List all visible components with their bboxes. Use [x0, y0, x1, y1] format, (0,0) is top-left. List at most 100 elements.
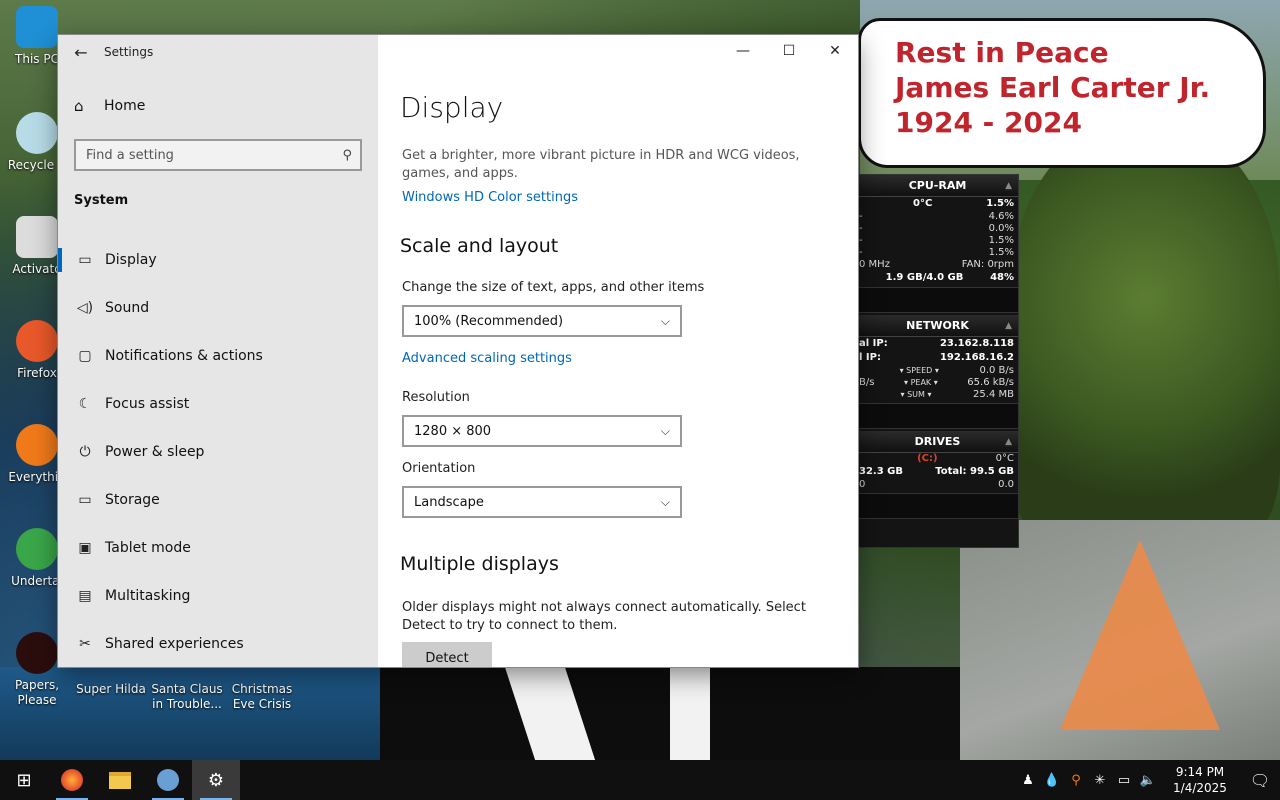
multitasking-icon: ▤ — [78, 588, 92, 604]
speaker-icon: ◁) — [76, 300, 94, 316]
orientation-label: Orientation — [402, 461, 476, 476]
wallpaper-stripe — [670, 667, 710, 760]
cpu-freq: 0 MHz — [859, 259, 890, 270]
resolution-dropdown[interactable]: 1280 × 800 ⌵ — [402, 415, 682, 447]
everything-search-icon — [16, 424, 58, 466]
sidebar-item-power-sleep[interactable]: ⏻ Power & sleep — [58, 428, 378, 476]
taskbar-settings[interactable]: ⚙ — [192, 760, 240, 800]
gadget-row: 0°C 1.5% — [857, 197, 1018, 211]
settings-window: ← Settings ⌂ Home Find a setting ⚲ Syste… — [58, 35, 858, 667]
detect-button[interactable]: Detect — [402, 642, 492, 667]
net-peak: 65.6 kB/s — [967, 377, 1014, 388]
desktop-icon-santa-claus[interactable]: Santa Claus in Trouble... — [150, 666, 224, 712]
taskbar: ⊞ ⚙ ♟ 💧 ⚲ ✳ ▭ 🔈 9:14 PM 1/4/2025 🗨 — [0, 760, 1280, 800]
file-icon — [16, 216, 58, 258]
gadget-title: CPU-RAM — [908, 179, 967, 192]
bubble-line: 1924 - 2024 — [895, 106, 1082, 139]
network-graph — [857, 403, 1018, 429]
volume-muted-icon[interactable]: 🔈 — [1136, 773, 1160, 788]
resolution-label: Resolution — [402, 390, 470, 405]
chevron-down-icon: ⌵ — [660, 423, 670, 438]
internal-ip: 192.168.16.2 — [939, 352, 1014, 363]
sidebar-item-storage[interactable]: ▭ Storage — [58, 476, 378, 524]
sidebar-item-tablet-mode[interactable]: ▣ Tablet mode — [58, 524, 378, 572]
speed-label: ▾ SPEED ▾ — [899, 366, 939, 375]
christmas-tree-decoration — [1060, 540, 1220, 730]
sidebar-item-label: Power & sleep — [105, 444, 205, 460]
settings-search-input[interactable]: Find a setting ⚲ — [74, 139, 362, 171]
windows-logo-icon: ⊞ — [16, 769, 32, 791]
scale-label: Change the size of text, apps, and other… — [402, 280, 705, 295]
taskbar-firefox[interactable] — [48, 760, 96, 800]
start-button[interactable]: ⊞ — [0, 760, 48, 800]
tray-search-icon[interactable]: ⚲ — [1064, 773, 1088, 788]
sidebar-item-shared-experiences[interactable]: ✂ Shared experiences — [58, 620, 378, 667]
gadget-header-cpu[interactable]: CPU-RAM ▲ — [857, 175, 1018, 197]
tray-app-icon[interactable]: ♟ — [1016, 773, 1040, 788]
scale-dropdown[interactable]: 100% (Recommended) ⌵ — [402, 305, 682, 337]
gadget-row: 32.3 GB Total: 99.5 GB — [857, 465, 1018, 479]
gadget-row: -0.0% — [859, 223, 1014, 234]
gadget-header-network[interactable]: NETWORK ▲ — [857, 315, 1018, 337]
home-link[interactable]: ⌂ Home — [74, 97, 145, 115]
clock-date: 1/4/2025 — [1173, 781, 1227, 795]
ram-usage: 1.9 GB/4.0 GB — [885, 272, 964, 283]
taskbar-app[interactable] — [144, 760, 192, 800]
gadget-row: al IP: 23.162.8.118 — [857, 337, 1018, 351]
desktop-icon-label: Papers, Please — [14, 678, 60, 707]
gadget-row: (C:) 0°C — [857, 453, 1018, 465]
search-icon[interactable]: ⚲ — [342, 148, 352, 163]
gadget-row: l IP: 192.168.16.2 — [857, 351, 1018, 365]
notification-center-icon[interactable]: 🗨 — [1240, 771, 1280, 790]
collapse-icon[interactable]: ▲ — [1005, 175, 1012, 197]
gadget-header-drives[interactable]: DRIVES ▲ — [857, 431, 1018, 453]
gadget-row: ▾ SPEED ▾ 0.0 B/s — [857, 365, 1018, 377]
sidebar-item-display[interactable]: ▭ Display — [58, 236, 378, 284]
desktop-icon-christmas-eve-crisis[interactable]: Christmas Eve Crisis — [225, 666, 299, 712]
desktop-icon-label: Christmas Eve Crisis — [231, 682, 293, 711]
collapse-icon[interactable]: ▲ — [1005, 431, 1012, 453]
collapse-icon[interactable]: ▲ — [1005, 315, 1012, 337]
gear-icon: ⚙ — [207, 769, 225, 791]
computer-icon — [16, 6, 58, 48]
sidebar-item-multitasking[interactable]: ▤ Multitasking — [58, 572, 378, 620]
tray-snowflake-icon[interactable]: ✳ — [1088, 773, 1112, 788]
ram-percent: 48% — [990, 272, 1014, 283]
tray-droplet-icon[interactable]: 💧 — [1040, 773, 1064, 788]
minimize-button[interactable]: — — [720, 35, 766, 67]
section-label: System — [74, 193, 129, 208]
system-monitor-gadget: CPU-RAM ▲ 0°C 1.5% -4.6% -0.0% -1.5% -1.5%… — [856, 174, 1019, 548]
sidebar-item-label: Shared experiences — [105, 636, 244, 652]
drive-write: 0.0 — [998, 479, 1014, 490]
hd-color-settings-link[interactable]: Windows HD Color settings — [402, 190, 578, 205]
clock[interactable]: 9:14 PM 1/4/2025 — [1160, 764, 1240, 796]
core-load: 1.5% — [988, 235, 1014, 246]
gadget-row: 0 0.0 — [857, 479, 1018, 491]
close-button[interactable]: ✕ — [812, 35, 858, 67]
home-label: Home — [104, 98, 146, 114]
title-bar: ← Settings — [58, 35, 378, 69]
fan-speed: FAN: 0rpm — [961, 259, 1014, 270]
back-arrow-icon: ← — [74, 42, 88, 62]
bubble-line: James Earl Carter Jr. — [895, 71, 1211, 104]
undertale-icon — [16, 528, 58, 570]
back-button[interactable]: ← — [58, 35, 104, 69]
sidebar-item-notifications[interactable]: ▢ Notifications & actions — [58, 332, 378, 380]
bubble-line: Rest in Peace — [895, 36, 1109, 69]
maximize-button[interactable]: ☐ — [766, 35, 812, 67]
desktop-icon-super-hilda[interactable]: Super Hilda — [74, 666, 148, 697]
cpu-graph — [857, 287, 1018, 313]
sidebar-item-sound[interactable]: ◁) Sound — [58, 284, 378, 332]
settings-nav: ▭ Display ◁) Sound ▢ Notifications & act… — [58, 236, 378, 667]
folder-icon — [109, 771, 131, 789]
sidebar-item-focus-assist[interactable]: ☾ Focus assist — [58, 380, 378, 428]
orientation-dropdown[interactable]: Landscape ⌵ — [402, 486, 682, 518]
net-sum: 25.4 MB — [973, 389, 1014, 400]
advanced-scaling-link[interactable]: Advanced scaling settings — [402, 351, 572, 366]
app-icon — [157, 769, 179, 791]
chevron-down-icon: ⌵ — [660, 494, 670, 509]
scale-layout-heading: Scale and layout — [400, 235, 559, 257]
network-icon[interactable]: ▭ — [1112, 773, 1136, 788]
core-load: 0.0% — [988, 223, 1014, 234]
taskbar-file-explorer[interactable] — [96, 760, 144, 800]
